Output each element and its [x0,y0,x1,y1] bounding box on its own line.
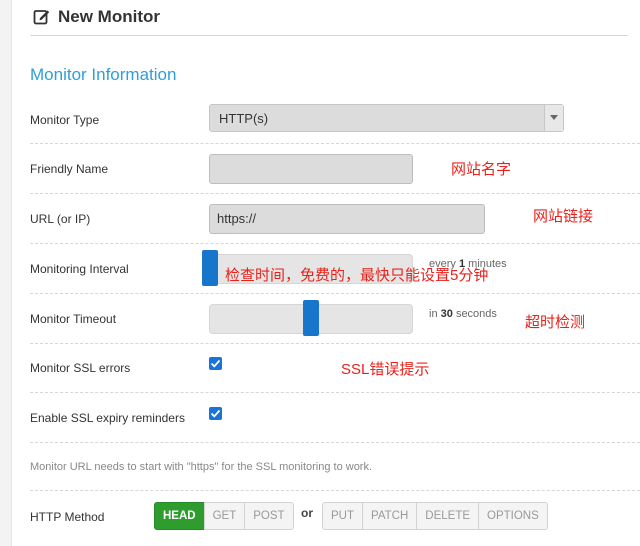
monitor-type-label: Monitor Type [30,113,100,127]
timeout-unit: seconds [455,308,497,320]
ssl-helper-text: Monitor URL needs to start with "https" … [30,461,373,473]
timeout-value: 30 [440,308,453,320]
method-head-button[interactable]: HEAD [154,502,205,530]
monitor-type-select[interactable]: HTTP(s) [209,104,564,132]
page-title: New Monitor [58,7,160,26]
monitor-type-value: HTTP(s) [219,111,269,126]
method-patch-button[interactable]: PATCH [362,502,418,530]
http-method-group-secondary: PUT PATCH DELETE OPTIONS [322,502,548,530]
row-divider [30,343,640,344]
row-divider [30,193,640,194]
method-delete-button[interactable]: DELETE [416,502,480,530]
annotation-interval: 检查时间，免费的，最快只能设置5分钟 [225,267,489,284]
ssl-errors-checkbox[interactable] [209,357,222,370]
ssl-errors-label: Monitor SSL errors [30,361,131,375]
interval-slider-handle[interactable] [202,250,218,286]
http-method-group-primary: HEAD GET POST [154,502,294,530]
annotation-name: 网站名字 [451,161,512,178]
ssl-expiry-label: Enable SSL expiry reminders [30,411,185,425]
new-monitor-form: New Monitor Monitor Information Monitor … [30,0,640,546]
page-header: New Monitor [33,6,160,28]
row-divider [30,293,640,294]
row-divider [30,442,640,443]
url-input[interactable]: https:// [209,204,485,234]
timeout-slider-handle[interactable] [303,300,319,336]
checkmark-icon [210,409,221,418]
timeout-note-prefix: in [429,308,438,320]
row-divider [30,490,640,491]
edit-icon [33,10,50,25]
annotation-url: 网站链接 [533,208,594,225]
section-title: Monitor Information [30,65,177,84]
timeout-note: in 30 seconds [429,308,497,320]
method-put-button[interactable]: PUT [322,502,363,530]
ssl-expiry-checkbox[interactable] [209,407,222,420]
dropdown-arrow[interactable] [544,105,563,131]
checkmark-icon [210,359,221,368]
row-divider [30,143,640,144]
method-get-button[interactable]: GET [203,502,246,530]
annotation-timeout: 超时检测 [525,314,586,331]
header-divider [30,35,628,36]
friendly-name-input[interactable] [209,154,413,184]
row-divider [30,243,640,244]
or-separator: or [301,506,313,520]
left-sidebar-strip [0,0,12,546]
method-post-button[interactable]: POST [244,502,294,530]
annotation-ssl: SSL错误提示 [341,361,430,378]
caret-down-icon [550,115,558,120]
method-options-button[interactable]: OPTIONS [478,502,548,530]
row-divider [30,392,640,393]
